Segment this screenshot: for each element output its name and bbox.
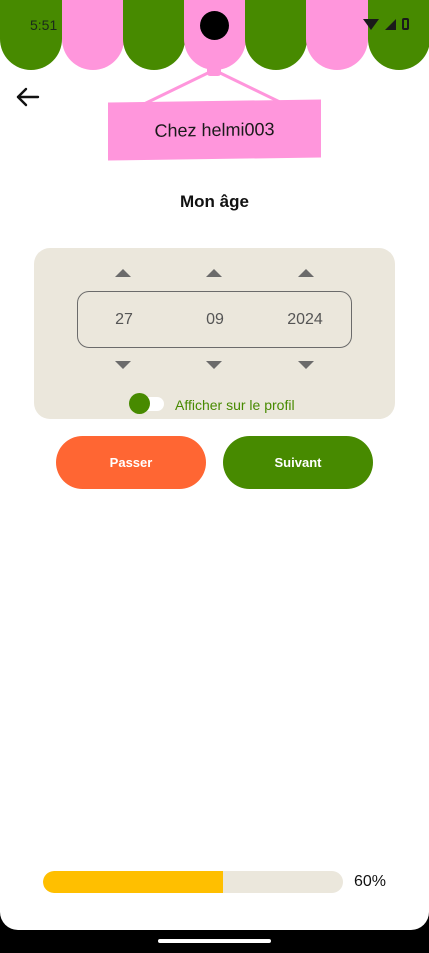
year-increment-icon[interactable] [298, 269, 314, 277]
page-title: Mon âge [180, 192, 249, 211]
year-value[interactable]: 2024 [275, 311, 335, 329]
awning-stripe [368, 0, 429, 70]
show-on-profile-toggle[interactable] [129, 393, 164, 414]
awning-stripe [123, 0, 185, 70]
show-on-profile-label: Afficher sur le profil [175, 397, 295, 413]
awning-stripe [245, 0, 307, 70]
day-decrement-icon[interactable] [115, 361, 131, 369]
progress-fill [43, 871, 223, 893]
progress-bar [43, 871, 343, 893]
awning-stripe [62, 0, 124, 70]
month-increment-icon[interactable] [206, 269, 222, 277]
battery-icon [402, 18, 409, 30]
back-button[interactable] [15, 86, 41, 108]
wifi-icon [363, 18, 379, 30]
awning-stripe [0, 0, 62, 70]
sign-hook [207, 64, 221, 76]
screen: 5:51 Chez helmi003 Mon âge 27 09 2024 Af… [0, 0, 429, 930]
shop-name-sign: Chez helmi003 [108, 99, 321, 161]
toggle-knob [129, 393, 150, 414]
age-picker-card: 27 09 2024 Afficher sur le profil [34, 248, 395, 419]
arrow-left-icon [16, 87, 40, 107]
progress-label: 60% [354, 873, 387, 890]
status-icons [363, 18, 409, 30]
home-indicator[interactable] [158, 939, 271, 943]
signal-icon [385, 18, 396, 30]
day-value[interactable]: 27 [94, 311, 154, 329]
awning-banner: 5:51 [0, 0, 429, 72]
day-increment-icon[interactable] [115, 269, 131, 277]
skip-button[interactable]: Passer [56, 436, 206, 489]
year-decrement-icon[interactable] [298, 361, 314, 369]
next-button[interactable]: Suivant [223, 436, 373, 489]
month-value[interactable]: 09 [185, 311, 245, 329]
awning-stripe [306, 0, 368, 70]
month-decrement-icon[interactable] [206, 361, 222, 369]
status-time: 5:51 [30, 17, 58, 33]
camera-cutout [200, 11, 229, 40]
date-field: 27 09 2024 [77, 291, 352, 348]
